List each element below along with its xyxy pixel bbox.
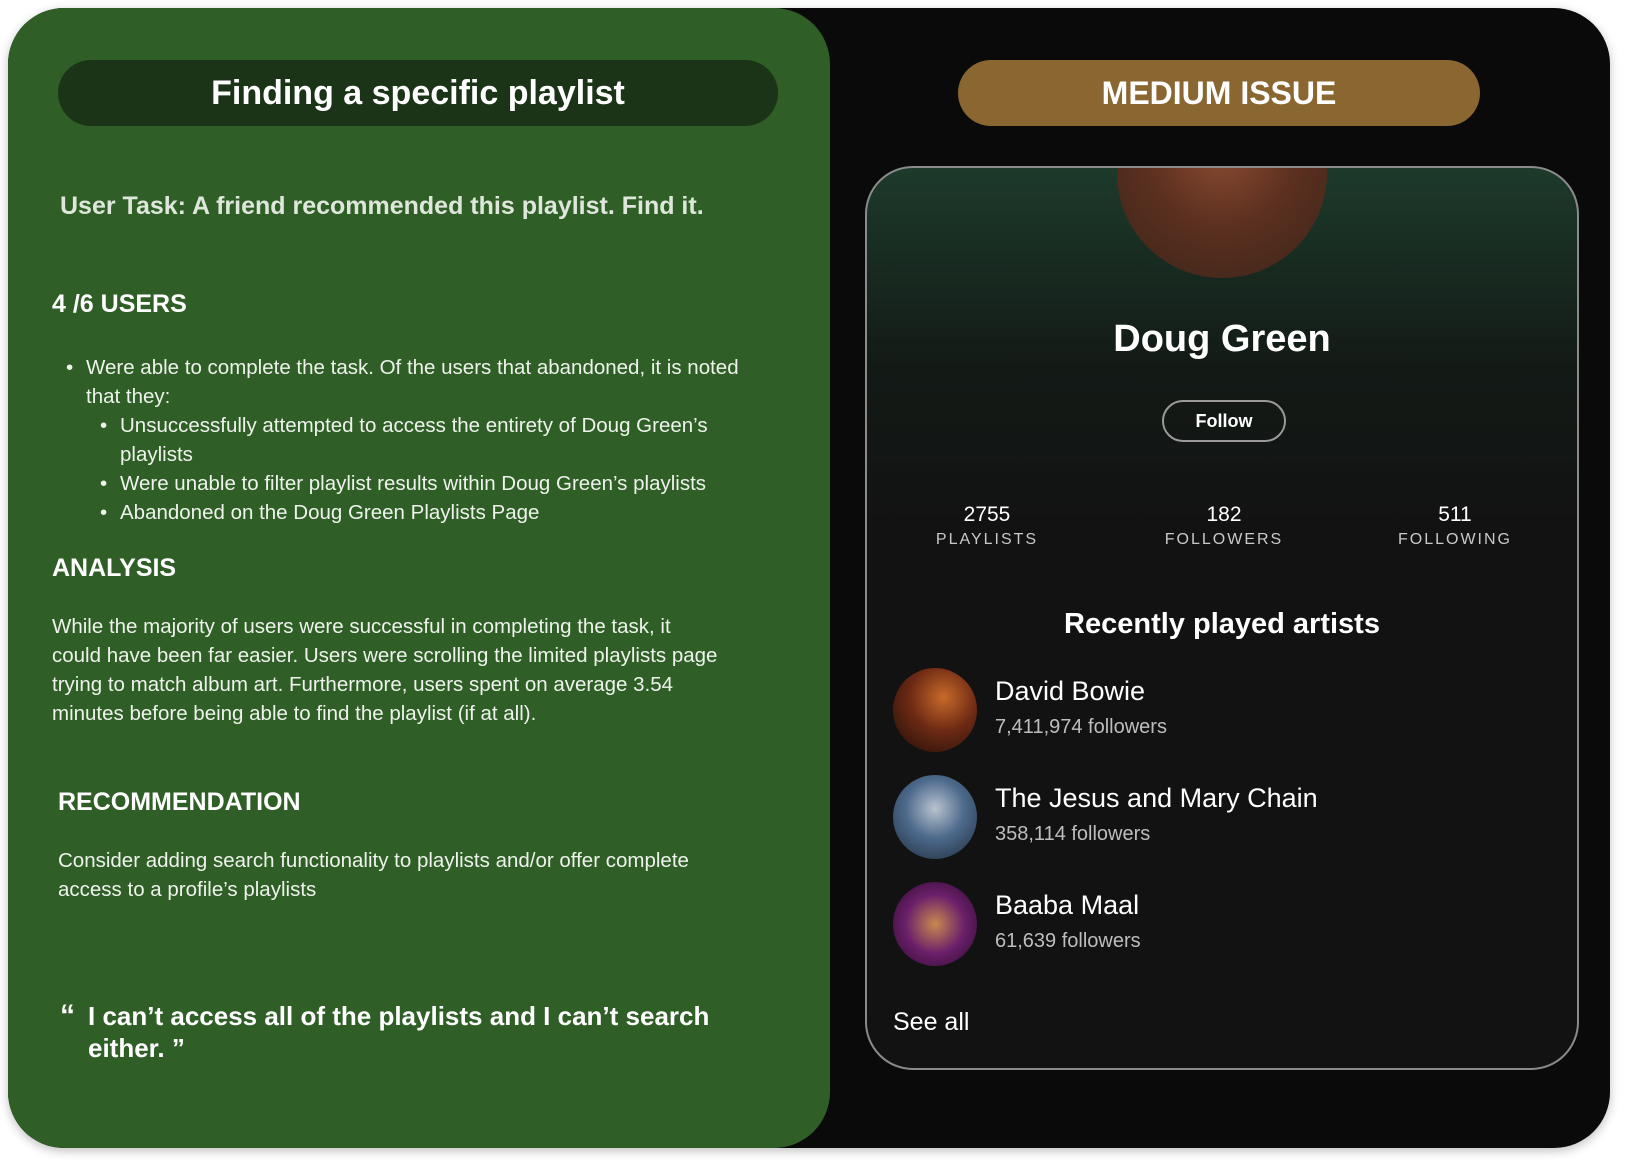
recommendation-text: Consider adding search functionality to … xyxy=(58,846,818,904)
bullet-item: • Were able to complete the task. Of the… xyxy=(58,353,818,411)
profile-avatar[interactable] xyxy=(1117,168,1327,278)
profile-name: Doug Green xyxy=(1113,318,1331,360)
sub-bullet-item: • Were unable to filter playlist results… xyxy=(58,469,818,498)
open-quote-icon: “ xyxy=(60,999,75,1032)
stat-following[interactable]: 511 FOLLOWING xyxy=(1365,503,1545,549)
artist-name: The Jesus and Mary Chain xyxy=(995,783,1318,813)
stat-label: FOLLOWERS xyxy=(1164,531,1284,548)
bullet-dot: • xyxy=(100,414,108,437)
recommendation-line: Consider adding search functionality to … xyxy=(58,849,689,872)
analysis-text: While the majority of users were success… xyxy=(52,612,812,728)
profile-screenshot: Doug Green Follow 2755 PLAYLISTS 182 FOL… xyxy=(865,166,1579,1070)
bullet-text: Abandoned on the Doug Green Playlists Pa… xyxy=(120,501,540,524)
slide-card: Finding a specific playlist User Task: A… xyxy=(8,8,1610,1148)
user-task: User Task: A friend recommended this pla… xyxy=(60,192,704,220)
stat-label: PLAYLISTS xyxy=(935,531,1039,548)
artist-photo xyxy=(893,775,977,859)
users-bullets: • Were able to complete the task. Of the… xyxy=(58,353,818,527)
sub-bullet-item: • Abandoned on the Doug Green Playlists … xyxy=(58,498,818,527)
stat-number: 2755 xyxy=(963,503,1011,526)
bullet-text: Were unable to filter playlist results w… xyxy=(120,472,707,495)
recommendation-heading: RECOMMENDATION xyxy=(58,788,301,816)
bullet-text: Were able to complete the task. Of the u… xyxy=(86,356,739,379)
analysis-heading: ANALYSIS xyxy=(52,554,177,582)
quote-line: I can’t access all of the playlists and … xyxy=(88,1001,710,1031)
sub-bullet-item: • Unsuccessfully attempted to access the… xyxy=(58,411,818,469)
artist-row[interactable]: Baaba Maal 61,639 followers xyxy=(893,882,1533,968)
artist-photo xyxy=(893,668,977,752)
bullet-dot: • xyxy=(100,472,108,495)
follow-button[interactable]: Follow xyxy=(1162,400,1286,442)
bullet-text: that they: xyxy=(86,385,171,408)
findings-title: Finding a specific playlist xyxy=(58,60,778,126)
artist-name: Baaba Maal xyxy=(995,890,1140,920)
artist-followers: 358,114 followers xyxy=(995,823,1151,845)
recommendation-line: access to a profile’s playlists xyxy=(58,878,317,901)
stat-number: 511 xyxy=(1438,503,1472,526)
artist-photo xyxy=(893,882,977,966)
artist-followers: 7,411,974 followers xyxy=(995,716,1167,738)
see-all-link[interactable]: See all xyxy=(893,1008,969,1037)
close-quote-icon: ” xyxy=(171,1033,185,1063)
stat-label: FOLLOWING xyxy=(1397,531,1512,548)
findings-panel: Finding a specific playlist User Task: A… xyxy=(8,8,830,1148)
bullet-text: Unsuccessfully attempted to access the e… xyxy=(120,414,708,437)
artist-row[interactable]: The Jesus and Mary Chain 358,114 followe… xyxy=(893,775,1533,861)
artist-row[interactable]: David Bowie 7,411,974 followers xyxy=(893,668,1533,754)
analysis-line: minutes before being able to find the pl… xyxy=(52,702,537,725)
bullet-dot: • xyxy=(100,501,108,524)
quote-line: either. xyxy=(88,1033,165,1063)
analysis-line: trying to match album art. Furthermore, … xyxy=(52,673,673,696)
analysis-line: While the majority of users were success… xyxy=(52,615,671,638)
stat-followers[interactable]: 182 FOLLOWERS xyxy=(1134,503,1314,549)
artist-name: David Bowie xyxy=(995,676,1146,706)
users-heading: 4 /6 USERS xyxy=(52,290,187,318)
stat-playlists[interactable]: 2755 PLAYLISTS xyxy=(897,503,1077,549)
bullet-text: playlists xyxy=(120,443,193,466)
stat-number: 182 xyxy=(1206,503,1242,526)
recently-played-title: Recently played artists xyxy=(1064,608,1380,640)
analysis-line: could have been far easier. Users were s… xyxy=(52,644,718,667)
user-quote: “ I can’t access all of the playlists an… xyxy=(60,1000,790,1064)
severity-badge: MEDIUM ISSUE xyxy=(958,60,1480,126)
bullet-dot: • xyxy=(66,356,74,379)
artist-followers: 61,639 followers xyxy=(995,930,1141,952)
